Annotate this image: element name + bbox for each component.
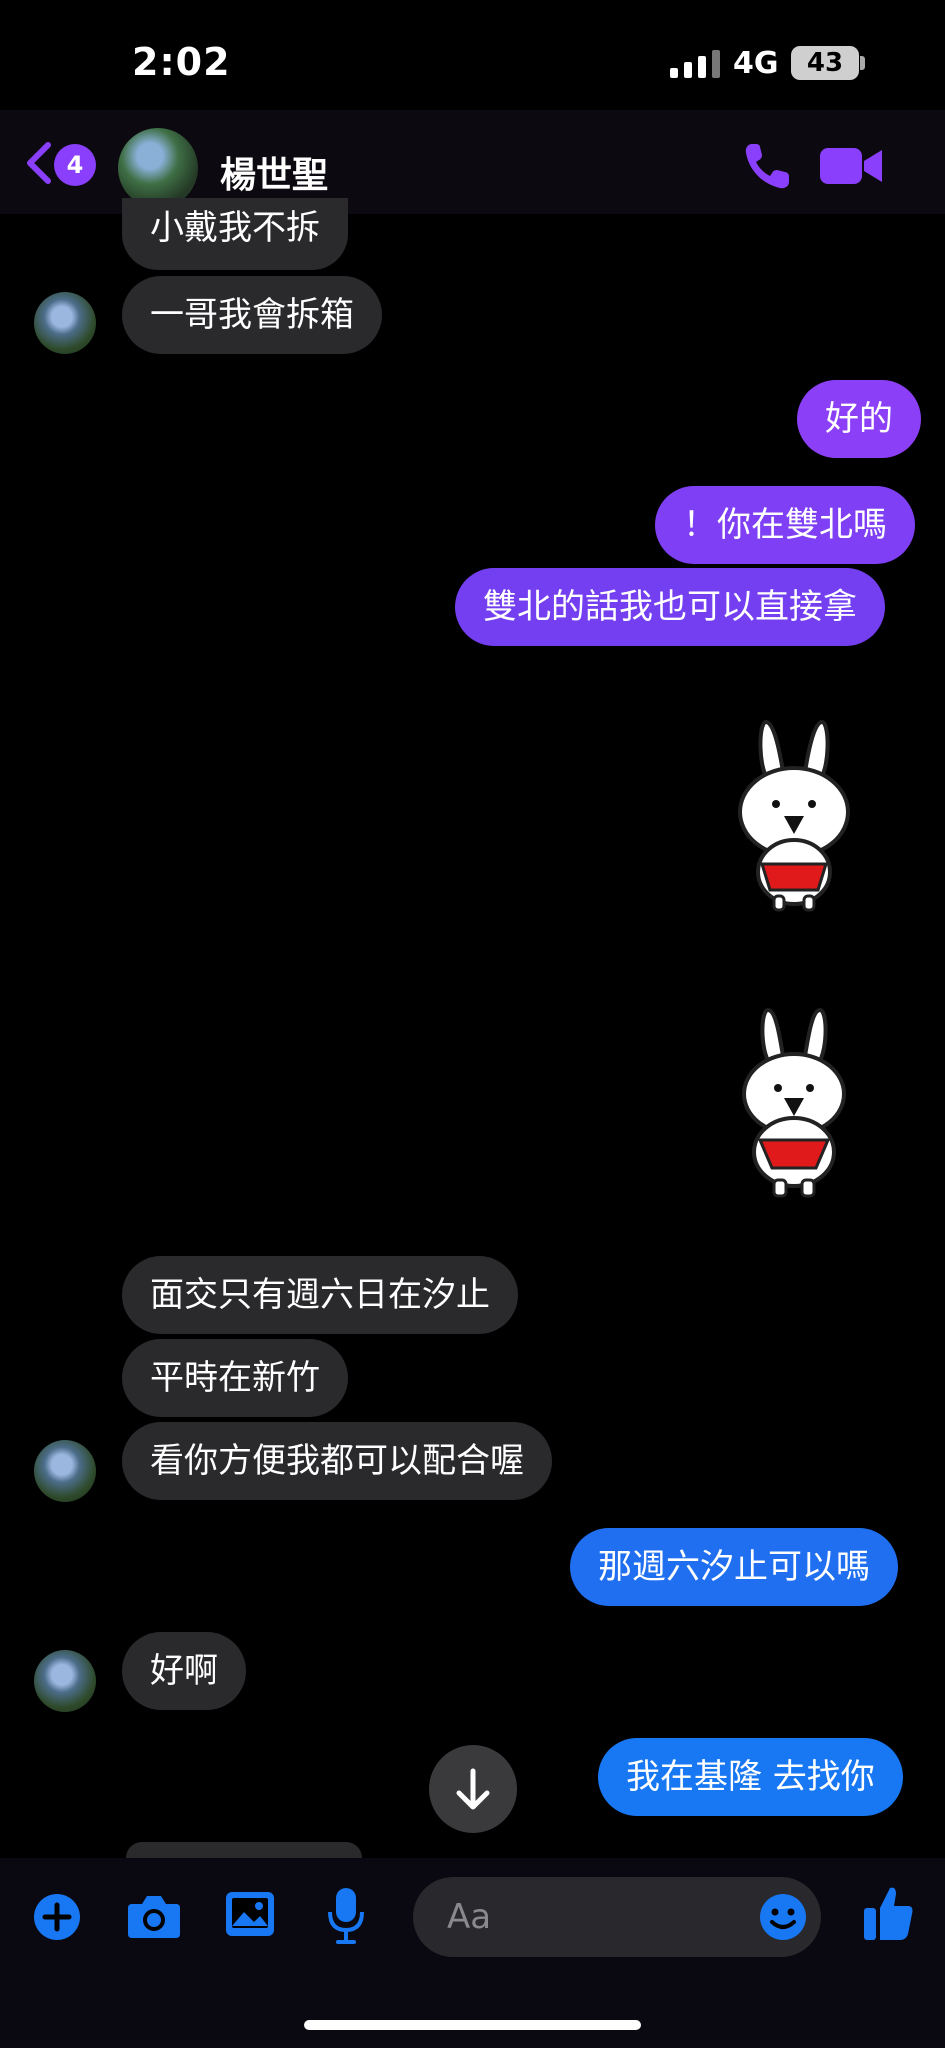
sender-avatar[interactable]: [34, 1440, 96, 1502]
message-outgoing[interactable]: ！你在雙北嗎: [655, 486, 915, 564]
plus-icon[interactable]: [32, 1892, 82, 1942]
image-icon[interactable]: [224, 1890, 276, 1938]
message-outgoing[interactable]: 我在基隆 去找你: [598, 1738, 903, 1816]
video-icon[interactable]: [820, 144, 882, 188]
camera-icon[interactable]: [126, 1892, 182, 1940]
message-incoming[interactable]: 一哥我會拆箱: [122, 276, 382, 354]
sender-avatar[interactable]: [34, 1650, 96, 1712]
message-outgoing[interactable]: 好的: [797, 380, 921, 458]
microphone-icon[interactable]: [326, 1886, 366, 1944]
message-outgoing[interactable]: 那週六汐止可以嗎: [570, 1528, 898, 1606]
battery-nub: [860, 56, 865, 70]
phone-icon[interactable]: [742, 140, 792, 192]
network-label: 4G: [733, 46, 779, 81]
rabbit-sticker[interactable]: [730, 712, 860, 912]
contact-name[interactable]: 楊世聖: [220, 146, 328, 198]
back-chevron-icon: [27, 142, 51, 184]
message-incoming[interactable]: 好啊: [122, 1632, 246, 1710]
sender-avatar[interactable]: [34, 292, 96, 354]
message-incoming[interactable]: 看你方便我都可以配合喔: [122, 1422, 552, 1500]
home-indicator: [304, 2020, 641, 2030]
message-incoming-partial: [126, 1842, 362, 1858]
unread-badge: 4: [54, 144, 96, 186]
rabbit-sticker[interactable]: [730, 1000, 860, 1200]
scroll-to-bottom-button[interactable]: [429, 1745, 517, 1833]
arrow-down-icon: [456, 1768, 490, 1810]
thumbs-up-icon[interactable]: [862, 1884, 914, 1942]
battery-icon: 43: [791, 46, 859, 80]
message-incoming[interactable]: 平時在新竹: [122, 1339, 348, 1417]
message-incoming[interactable]: 小戴我不拆: [122, 198, 348, 270]
message-incoming[interactable]: 面交只有週六日在汐止: [122, 1256, 518, 1334]
contact-avatar[interactable]: [118, 128, 198, 208]
message-outgoing[interactable]: 雙北的話我也可以直接拿: [455, 568, 885, 646]
status-time: 2:02: [132, 40, 231, 84]
emoji-icon[interactable]: [758, 1892, 808, 1942]
signal-icon: [670, 48, 720, 78]
